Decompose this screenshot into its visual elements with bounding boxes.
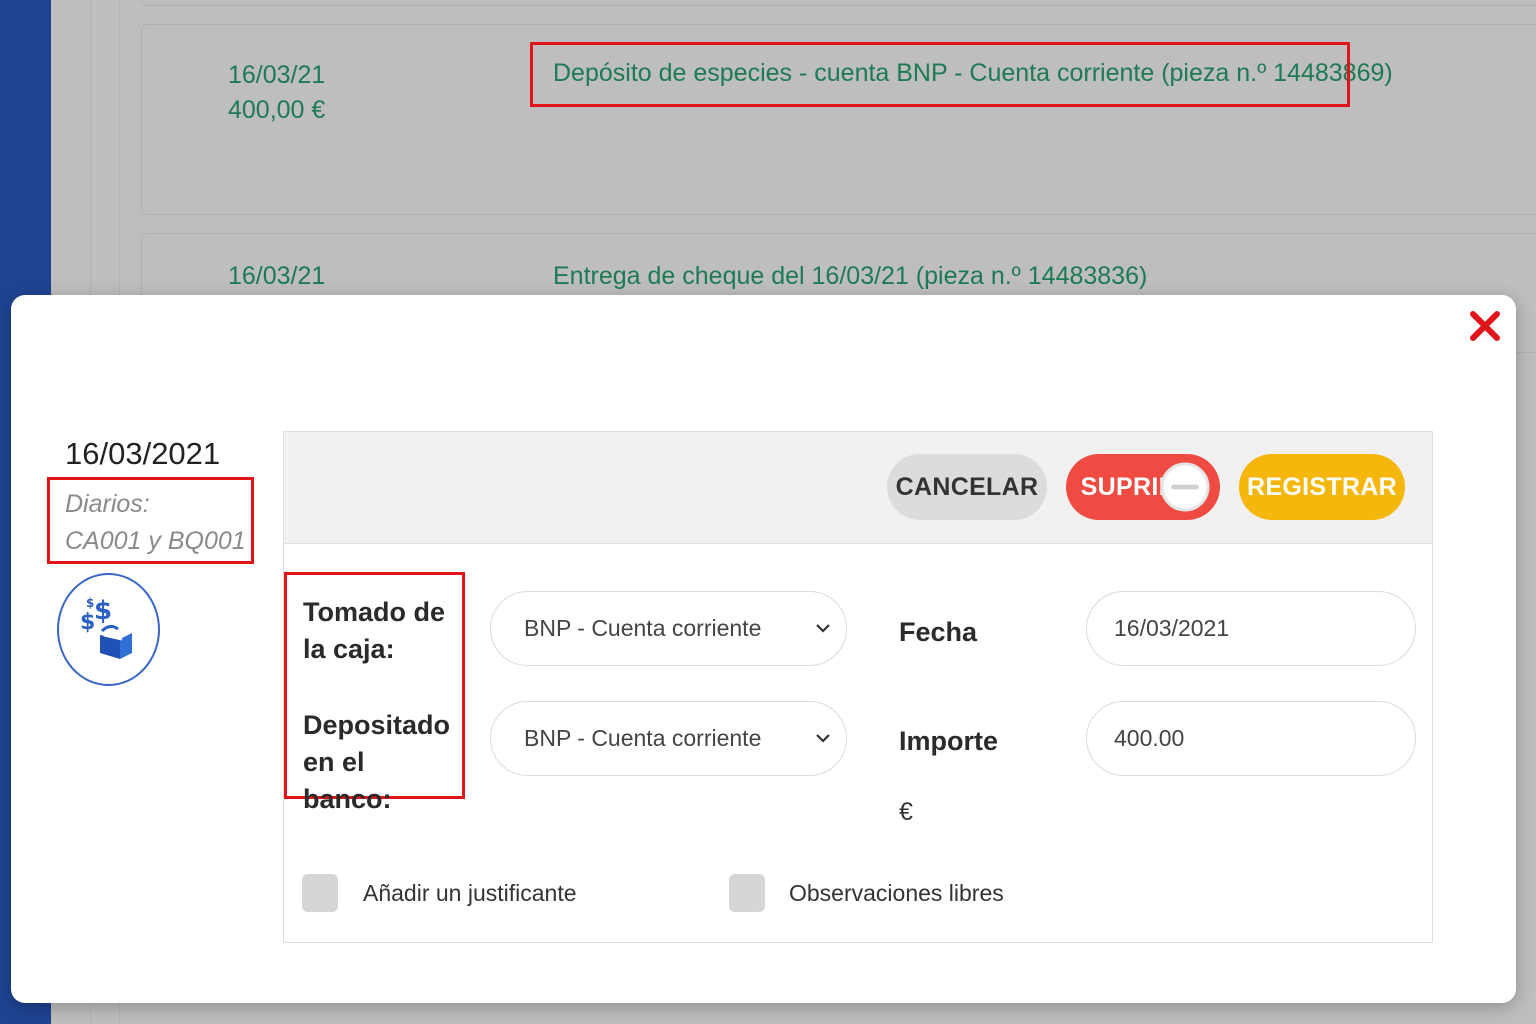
attach-receipt-label[interactable]: Añadir un justificante <box>363 880 577 907</box>
attach-receipt-checkbox[interactable] <box>302 874 338 912</box>
edit-entry-modal: 16/03/2021 Diarios: CA001 y BQ001 $ $ $ … <box>11 295 1516 1003</box>
entry-description[interactable]: Entrega de cheque del 16/03/21 (pieza n.… <box>553 262 1147 291</box>
taken-from-value: BNP - Cuenta corriente <box>524 615 762 641</box>
action-bar: CANCELAR SUPRIMIR REGISTRAR <box>284 432 1432 544</box>
amount-field[interactable]: 400.00 <box>1086 701 1416 776</box>
chevron-down-icon <box>816 734 830 743</box>
taken-from-label: Tomado de la caja: <box>303 597 446 664</box>
taken-from-select[interactable]: BNP - Cuenta corriente <box>490 591 847 666</box>
chevron-down-icon <box>816 624 830 633</box>
close-icon[interactable] <box>1468 309 1502 343</box>
highlight-box <box>530 42 1350 107</box>
free-notes-label[interactable]: Observaciones libres <box>789 880 1004 907</box>
deposited-label: Depositado en el banco: <box>303 710 451 814</box>
free-notes-checkbox[interactable] <box>729 874 765 912</box>
cancel-button[interactable]: CANCELAR <box>887 454 1047 520</box>
collapse-icon[interactable] <box>1160 458 1210 516</box>
amount-label: Importe <box>899 726 999 756</box>
entry-date: 16/03/21 <box>228 262 326 290</box>
date-field[interactable]: 16/03/2021 <box>1086 591 1416 666</box>
entry-amount: 400,00 € <box>228 96 326 124</box>
deposited-select[interactable]: BNP - Cuenta corriente <box>490 701 847 776</box>
journals-info: Diarios: CA001 y BQ001 <box>47 477 254 564</box>
journals-label: Diarios: <box>65 490 150 518</box>
entry-card <box>141 0 1536 6</box>
journals-codes: CA001 y BQ001 <box>65 527 246 555</box>
save-button[interactable]: REGISTRAR <box>1239 454 1405 520</box>
currency-symbol: € <box>899 798 913 826</box>
svg-text:$: $ <box>94 596 112 626</box>
cash-deposit-icon: $ $ $ <box>57 573 160 686</box>
date-label: Fecha <box>899 617 978 647</box>
svg-text:$: $ <box>86 596 94 610</box>
entry-date: 16/03/2021 <box>65 436 221 471</box>
entry-date: 16/03/21 <box>228 61 326 89</box>
entry-form-panel: CANCELAR SUPRIMIR REGISTRAR Tomado de la… <box>283 431 1433 943</box>
deposited-value: BNP - Cuenta corriente <box>524 725 762 751</box>
